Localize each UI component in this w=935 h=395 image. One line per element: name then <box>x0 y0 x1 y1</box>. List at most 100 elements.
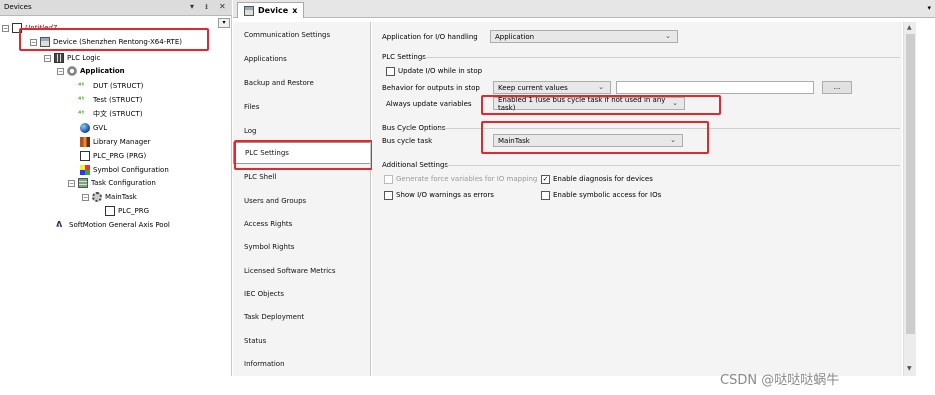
nav-files[interactable]: Files <box>233 96 370 118</box>
nav-iec-objects[interactable]: IEC Objects <box>233 283 370 305</box>
tree-item-axis-pool[interactable]: ᕕ SoftMotion General Axis Pool <box>56 219 170 231</box>
collapse-icon[interactable]: − <box>2 24 9 32</box>
tree-item-task-configuration[interactable]: − Task Configuration <box>68 177 156 189</box>
task-icon <box>92 192 102 202</box>
nav-log[interactable]: Log <box>233 120 370 142</box>
tree-item-label: Application <box>80 67 125 75</box>
behavior-label: Behavior for outputs in stop <box>382 84 480 92</box>
nav-symbol-rights[interactable]: Symbol Rights <box>233 236 370 258</box>
nav-backup-and-restore[interactable]: Backup and Restore <box>233 72 370 94</box>
bus-cycle-label: Bus cycle task <box>382 137 433 145</box>
tree-item-label: SoftMotion General Axis Pool <box>69 221 170 229</box>
struct-icon: ⁴ᵗ <box>78 109 85 118</box>
struct-icon: ⁴ᵗ <box>78 95 85 104</box>
program-icon <box>80 151 90 161</box>
update-io-checkbox[interactable] <box>386 67 395 76</box>
show-io-warn-checkbox[interactable] <box>384 191 393 200</box>
collapse-icon[interactable]: − <box>68 179 75 187</box>
panel-pin-icon[interactable]: ᵻ <box>205 2 208 12</box>
behavior-textbox[interactable] <box>616 81 814 94</box>
tree-item-label: Library Manager <box>93 138 151 146</box>
chevron-down-icon: ⌄ <box>598 83 604 91</box>
tab-list-dropdown-icon[interactable]: ▾ <box>927 4 931 12</box>
tree-item-chinese-struct[interactable]: ⁴ᵗ 中文 (STRUCT) <box>78 108 143 120</box>
tree-dropdown-icon[interactable]: ▾ <box>218 18 230 28</box>
plc-settings-page <box>372 22 902 376</box>
always-update-label: Always update variables <box>386 100 472 108</box>
device-icon <box>244 5 254 16</box>
app-io-select[interactable]: Application ⌄ <box>490 30 678 43</box>
plc-logic-icon <box>54 53 64 63</box>
collapse-icon[interactable]: − <box>44 54 51 62</box>
scroll-up-icon[interactable]: ▲ <box>907 24 912 31</box>
nav-information[interactable]: Information <box>233 353 370 375</box>
enable-diag-checkbox[interactable]: ✓ <box>541 175 550 184</box>
panel-close-icon[interactable]: ✕ <box>219 2 226 12</box>
struct-icon: ⁴ᵗ <box>78 81 85 90</box>
settings-nav: Communication Settings Applications Back… <box>233 22 371 376</box>
tree-item-test[interactable]: ⁴ᵗ Test (STRUCT) <box>78 94 142 106</box>
nav-users-and-groups[interactable]: Users and Groups <box>233 190 370 212</box>
highlight-box-plc-settings <box>234 140 373 170</box>
tree-item-label: PLC_PRG <box>118 207 150 215</box>
tree-item-gvl[interactable]: GVL <box>80 122 107 134</box>
devices-panel: Devices ▾ ᵻ ✕ ▾ − Untitled7 − Device (Sh… <box>0 0 232 376</box>
update-io-label: Update I/O while in stop <box>398 67 483 75</box>
app-io-label: Application for I/O handling <box>382 33 478 41</box>
nav-access-rights[interactable]: Access Rights <box>233 213 370 235</box>
nav-applications[interactable]: Applications <box>233 48 370 70</box>
application-icon <box>67 66 77 76</box>
bus-cycle-header: Bus Cycle Options <box>382 124 446 132</box>
tree-item-plc-logic[interactable]: − PLC Logic <box>44 52 101 64</box>
tree-item-maintask[interactable]: − MainTask <box>82 191 137 203</box>
symbol-config-icon <box>80 165 90 175</box>
scroll-down-icon[interactable]: ▼ <box>907 365 912 372</box>
collapse-icon[interactable]: − <box>57 67 64 75</box>
program-call-icon <box>105 206 115 216</box>
tree-item-label: 中文 (STRUCT) <box>93 110 143 118</box>
force-vars-label: Generate force variables for IO mapping <box>396 175 538 183</box>
chevron-down-icon: ⌄ <box>665 32 671 40</box>
tree-item-label: DUT (STRUCT) <box>93 82 144 90</box>
browse-button[interactable]: ... <box>822 81 852 94</box>
nav-status[interactable]: Status <box>233 330 370 352</box>
collapse-icon[interactable]: − <box>82 193 89 201</box>
gvl-icon <box>80 123 90 133</box>
tree-item-plc-prg[interactable]: PLC_PRG (PRG) <box>80 150 146 162</box>
tree-item-application[interactable]: − Application <box>57 65 125 77</box>
close-icon[interactable]: x <box>292 6 297 15</box>
show-io-warn-label: Show I/O warnings as errors <box>396 191 494 199</box>
behavior-select[interactable]: Keep current values ⌄ <box>493 81 611 94</box>
content-scrollbar[interactable]: ▲ ▼ <box>903 22 916 376</box>
plc-settings-header: PLC Settings <box>382 53 426 61</box>
scrollbar-thumb[interactable] <box>906 34 915 334</box>
axis-pool-icon: ᕕ <box>56 220 63 229</box>
additional-settings-header: Additional Settings <box>382 161 449 169</box>
tree-item-label: GVL <box>93 124 108 132</box>
app-io-value: Application <box>495 32 535 41</box>
tree-item-label: PLC Logic <box>67 54 101 62</box>
nav-licensed-software-metrics[interactable]: Licensed Software Metrics <box>233 260 370 282</box>
tree-item-plc-prg-call[interactable]: PLC_PRG <box>105 205 149 217</box>
tree-item-library-manager[interactable]: Library Manager <box>80 136 150 148</box>
tree-item-label: Task Configuration <box>91 179 156 187</box>
panel-menu-icon[interactable]: ▾ <box>190 2 194 12</box>
behavior-value: Keep current values <box>498 83 568 92</box>
devices-panel-header: Devices ▾ ᵻ ✕ <box>0 0 232 16</box>
enable-diag-label: Enable diagnosis for devices <box>553 175 653 183</box>
symbolic-access-checkbox[interactable] <box>541 191 550 200</box>
editor-tab-bar: Device x ▾ <box>233 0 935 18</box>
group-divider <box>422 57 900 58</box>
tree-item-label: Symbol Configuration <box>93 166 169 174</box>
highlight-box-always-update <box>481 95 721 115</box>
highlight-box-bus-cycle <box>481 121 709 154</box>
tree-item-dut[interactable]: ⁴ᵗ DUT (STRUCT) <box>78 80 143 92</box>
tree-item-symbol-configuration[interactable]: Symbol Configuration <box>80 164 169 176</box>
library-icon <box>80 137 90 147</box>
nav-communication-settings[interactable]: Communication Settings <box>233 24 370 46</box>
nav-task-deployment[interactable]: Task Deployment <box>233 306 370 328</box>
watermark: CSDN @哒哒哒蜗牛 <box>720 373 840 388</box>
group-divider <box>446 165 900 166</box>
tree-item-label: PLC_PRG (PRG) <box>93 152 147 160</box>
tab-device[interactable]: Device x <box>237 2 305 18</box>
